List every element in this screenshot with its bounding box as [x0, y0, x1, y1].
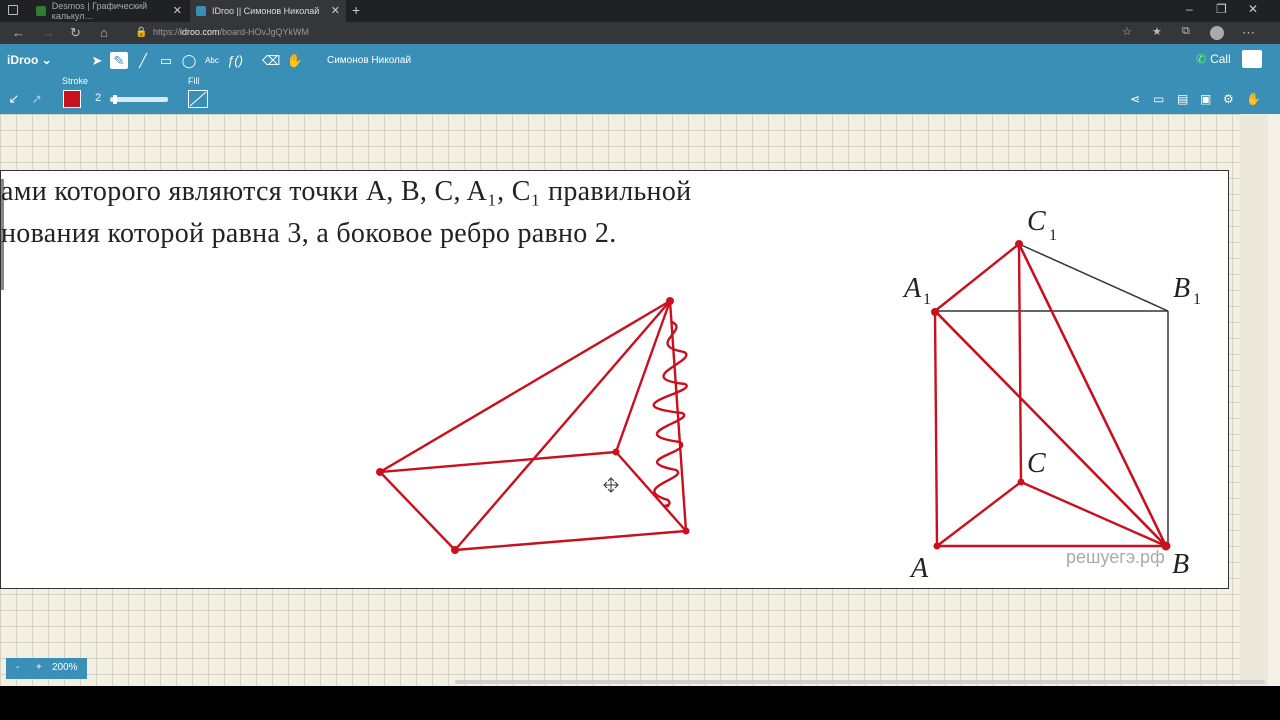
pyramid-outline — [378, 299, 688, 552]
watermark: решуегэ.рф — [1066, 547, 1165, 567]
move-cursor-icon — [603, 477, 619, 493]
red-prism-ink — [933, 242, 1169, 548]
zoom-in-button[interactable]: + — [36, 662, 42, 673]
horizontal-scrollbar[interactable] — [455, 680, 1265, 684]
zoom-control: - + 200% — [6, 658, 87, 679]
label-b1-sub: 1 — [1193, 291, 1201, 308]
stroke-c1-b — [1017, 242, 1168, 548]
edge-c1-b1 — [1018, 243, 1169, 312]
label-b: B — [1172, 549, 1189, 580]
label-a1-sub: 1 — [923, 291, 931, 308]
prism-figure — [935, 243, 1169, 547]
label-a1: A — [902, 273, 922, 304]
zoom-level: 200% — [52, 662, 78, 673]
label-b1: B — [1173, 273, 1190, 304]
label-c1-sub: 1 — [1049, 227, 1057, 244]
pyramid-diagonal — [453, 299, 672, 552]
drawing-layer[interactable]: C 1 A 1 B 1 C A B — [0, 0, 1280, 720]
label-c: C — [1027, 448, 1046, 479]
label-c1: C — [1027, 206, 1046, 237]
stroke-a1-b — [933, 309, 1168, 548]
zoom-out-button[interactable]: - — [16, 662, 19, 673]
stroke-a1-c1-b — [933, 242, 1168, 548]
label-a: A — [909, 553, 929, 584]
stroke-c1-c — [1017, 242, 1023, 484]
red-pyramid-sketch — [378, 299, 688, 552]
stroke-a-c-b — [935, 480, 1168, 548]
